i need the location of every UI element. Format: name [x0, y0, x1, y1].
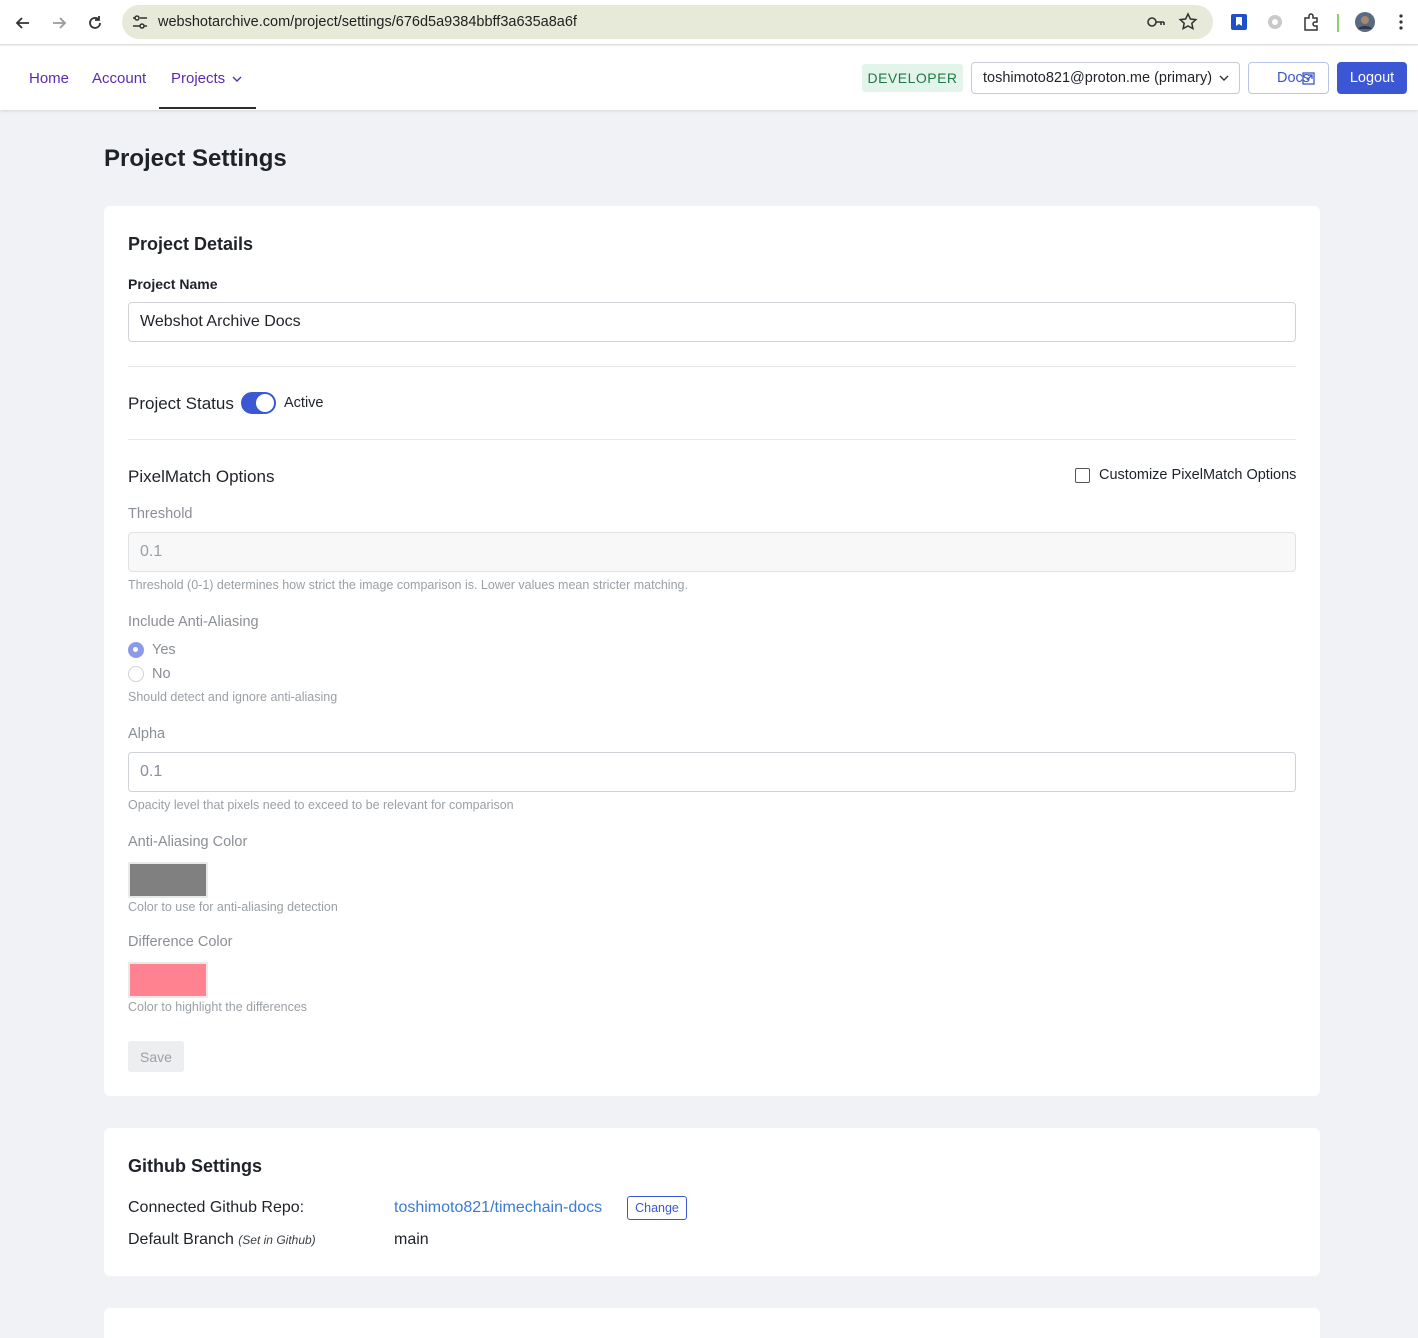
divider: [128, 439, 1296, 440]
project-status-label: Project Status: [128, 394, 234, 413]
github-settings-card: Github Settings Connected Github Repo: t…: [104, 1128, 1320, 1276]
aa-color-label: Anti-Aliasing Color: [128, 834, 248, 850]
diff-color-hint: Color to highlight the differences: [128, 1000, 308, 1014]
project-status-value: Active: [284, 395, 324, 411]
alpha-label: Alpha: [128, 726, 166, 742]
browser-menu-icon[interactable]: [1390, 11, 1412, 33]
divider: [128, 366, 1296, 367]
active-nav-indicator: [159, 107, 256, 109]
alpha-hint: Opacity level that pixels need to exceed…: [128, 798, 514, 812]
default-branch-note: (Set in Github): [238, 1233, 316, 1247]
threshold-input[interactable]: 0.1: [128, 532, 1296, 572]
threshold-label: Threshold: [128, 506, 193, 522]
docs-button[interactable]: Docs: [1248, 62, 1329, 94]
external-link-icon: [1302, 72, 1315, 85]
anti-aliasing-yes-radio[interactable]: [128, 642, 144, 658]
customize-pixelmatch-checkbox[interactable]: [1075, 468, 1090, 483]
nav-projects-menu[interactable]: Projects: [171, 70, 242, 87]
forward-icon[interactable]: [47, 11, 71, 35]
pixelmatch-title: PixelMatch Options: [128, 467, 275, 486]
project-name-input[interactable]: Webshot Archive Docs: [128, 302, 1296, 342]
project-details-title: Project Details: [128, 234, 254, 254]
chevron-down-icon: [232, 76, 242, 82]
reload-icon[interactable]: [83, 11, 107, 35]
account-select-value: toshimoto821@proton.me (primary): [983, 70, 1213, 86]
project-name-label: Project Name: [128, 276, 218, 292]
project-status-toggle[interactable]: [241, 392, 276, 414]
profile-divider: [1337, 14, 1339, 32]
extensions-puzzle-icon[interactable]: [1300, 11, 1322, 33]
aa-color-picker[interactable]: [128, 862, 208, 898]
bookmark-star-icon[interactable]: [1178, 12, 1198, 37]
password-key-icon[interactable]: [1146, 13, 1166, 36]
anti-aliasing-hint: Should detect and ignore anti-aliasing: [128, 690, 338, 704]
change-repo-button[interactable]: Change: [627, 1196, 687, 1220]
account-select[interactable]: toshimoto821@proton.me (primary): [971, 62, 1240, 94]
nav-account-link[interactable]: Account: [92, 70, 146, 87]
logout-button[interactable]: Logout: [1337, 62, 1407, 94]
nav-home-link[interactable]: Home: [29, 70, 69, 87]
default-branch-label: Default Branch: [128, 1231, 234, 1248]
customize-pixelmatch-label[interactable]: Customize PixelMatch Options: [1099, 467, 1296, 483]
github-repo-label: Connected Github Repo:: [128, 1199, 305, 1216]
toggle-knob: [256, 394, 274, 412]
threshold-hint: Threshold (0-1) determines how strict th…: [128, 578, 688, 592]
diff-color-picker[interactable]: [128, 962, 208, 998]
extension-shield-icon[interactable]: [1228, 11, 1250, 33]
app-navbar: Home Account Projects DEVELOPER toshimot…: [0, 46, 1418, 110]
default-branch-value: main: [394, 1231, 429, 1248]
next-settings-card: [104, 1308, 1320, 1338]
github-repo-link[interactable]: toshimoto821/timechain-docs: [394, 1199, 602, 1217]
save-button[interactable]: Save: [128, 1041, 184, 1072]
profile-avatar-icon[interactable]: [1354, 11, 1376, 33]
page-title: Project Settings: [104, 145, 287, 172]
github-settings-title: Github Settings: [128, 1156, 262, 1176]
role-badge: DEVELOPER: [862, 64, 963, 92]
project-details-card: Project Details Project Name Webshot Arc…: [104, 206, 1320, 1096]
nav-projects-label: Projects: [171, 70, 226, 87]
anti-aliasing-no-radio[interactable]: [128, 666, 144, 682]
back-icon[interactable]: [11, 11, 35, 35]
default-branch-row: Default Branch (Set in Github): [128, 1231, 316, 1249]
aa-color-hint: Color to use for anti-aliasing detection: [128, 900, 338, 914]
anti-aliasing-label: Include Anti-Aliasing: [128, 614, 259, 630]
extension-gear-icon[interactable]: [1264, 11, 1286, 33]
address-bar[interactable]: webshotarchive.com/project/settings/676d…: [122, 5, 1213, 39]
anti-aliasing-yes-label[interactable]: Yes: [152, 642, 176, 658]
url-text: webshotarchive.com/project/settings/676d…: [158, 14, 577, 30]
anti-aliasing-no-label[interactable]: No: [152, 666, 171, 682]
alpha-input[interactable]: 0.1: [128, 752, 1296, 792]
browser-toolbar: webshotarchive.com/project/settings/676d…: [0, 0, 1418, 45]
site-settings-icon[interactable]: [131, 13, 149, 36]
diff-color-label: Difference Color: [128, 934, 233, 950]
chevron-down-icon: [1219, 75, 1229, 81]
